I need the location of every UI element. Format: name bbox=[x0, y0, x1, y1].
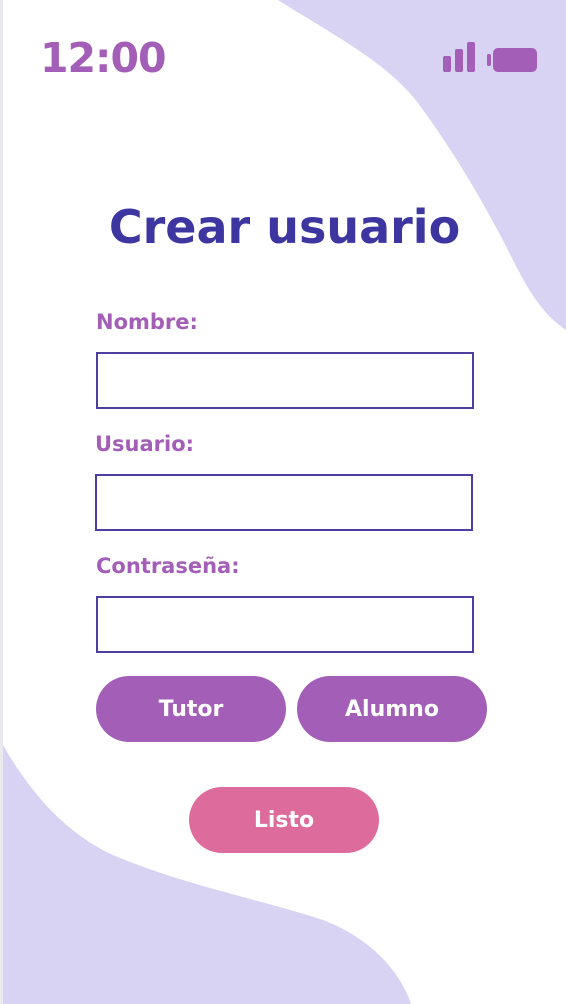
alumno-button[interactable]: Alumno bbox=[297, 676, 487, 742]
contrasena-field[interactable] bbox=[96, 596, 474, 653]
signal-bars-icon bbox=[443, 42, 475, 72]
usuario-label: Usuario: bbox=[95, 432, 195, 456]
nombre-field[interactable] bbox=[96, 352, 474, 409]
battery-icon bbox=[487, 48, 537, 72]
bottom-left-blob-shape bbox=[3, 745, 411, 1004]
page-title: Crear usuario bbox=[108, 200, 461, 254]
app-screen: 12:00 Crear usuario Nombre: Usuario: Con… bbox=[3, 0, 566, 1004]
nombre-label: Nombre: bbox=[96, 310, 198, 334]
contrasena-label: Contraseña: bbox=[96, 554, 240, 578]
tutor-button[interactable]: Tutor bbox=[96, 676, 286, 742]
status-time: 12:00 bbox=[40, 34, 167, 82]
listo-button[interactable]: Listo bbox=[189, 787, 379, 853]
usuario-field[interactable] bbox=[95, 474, 473, 531]
